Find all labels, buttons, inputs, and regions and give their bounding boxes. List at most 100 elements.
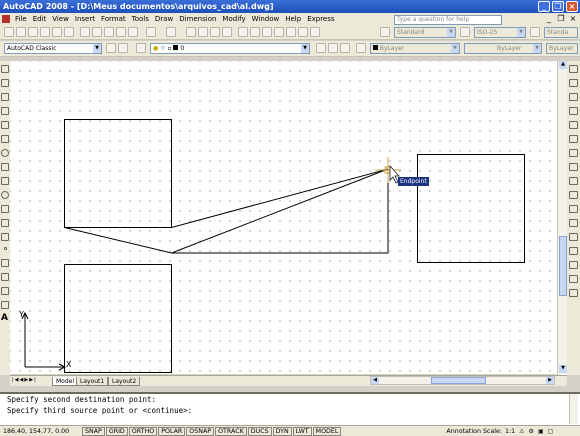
scroll-left-icon[interactable]: ◀: [371, 377, 379, 384]
preview-icon[interactable]: [52, 27, 62, 37]
trim-icon[interactable]: [569, 191, 578, 199]
otrack-toggle[interactable]: OTRACK: [215, 426, 247, 436]
array-icon[interactable]: [569, 121, 578, 129]
dyn-toggle[interactable]: DYN: [272, 426, 292, 436]
layer-manager-icon[interactable]: [136, 43, 146, 53]
break-icon[interactable]: [569, 233, 578, 241]
cut-icon[interactable]: [80, 27, 90, 37]
make-block-icon[interactable]: [1, 233, 9, 241]
insert-block-icon[interactable]: [1, 219, 9, 227]
gradient-icon[interactable]: [1, 273, 9, 281]
dim-style-select[interactable]: ISO-25 ▼: [474, 27, 526, 38]
save-icon[interactable]: [28, 27, 38, 37]
polar-toggle[interactable]: POLAR: [158, 426, 186, 436]
clean-screen-icon[interactable]: ▢: [548, 428, 554, 435]
zoom-previous-icon[interactable]: [222, 27, 232, 37]
zoom-realtime-icon[interactable]: [198, 27, 208, 37]
text-style-select[interactable]: Standard ▼: [394, 27, 456, 38]
annotation-visibility-icon[interactable]: ⚠: [519, 428, 524, 435]
chamfer-icon[interactable]: [569, 261, 578, 269]
multiline-text-icon[interactable]: A: [1, 313, 8, 323]
help-search-input[interactable]: Type a question for help: [394, 15, 502, 25]
design-center-icon[interactable]: [250, 27, 260, 37]
ducs-toggle[interactable]: DUCS: [247, 426, 272, 436]
menu-view[interactable]: View: [49, 13, 72, 25]
menu-help[interactable]: Help: [282, 13, 304, 25]
ellipse-arc-icon[interactable]: [1, 205, 9, 213]
color-select[interactable]: ByLayer ▼: [370, 43, 460, 54]
properties-icon[interactable]: [238, 27, 248, 37]
menu-format[interactable]: Format: [98, 13, 129, 25]
construction-line-icon[interactable]: [1, 79, 9, 87]
arc-icon[interactable]: [1, 135, 9, 143]
lock-toolbar-icon[interactable]: ▣: [538, 428, 544, 435]
new-icon[interactable]: [4, 27, 14, 37]
copy-object-icon[interactable]: [569, 79, 578, 87]
annotation-scale-value[interactable]: 1:1: [505, 428, 515, 435]
sheet-set-icon[interactable]: [274, 27, 284, 37]
vertical-scrollbar[interactable]: ▲ ▼: [557, 61, 567, 375]
tool-palettes-icon[interactable]: [262, 27, 272, 37]
paste-icon[interactable]: [104, 27, 114, 37]
auto-scale-icon[interactable]: ⚙: [529, 428, 534, 435]
command-window[interactable]: Specify second destination point: Specif…: [0, 392, 580, 425]
app-menu-icon[interactable]: [2, 15, 10, 23]
dim-style-icon[interactable]: [460, 27, 470, 37]
revision-cloud-icon[interactable]: [1, 163, 9, 171]
menu-express[interactable]: Express: [304, 13, 337, 25]
layer-previous-icon[interactable]: [328, 43, 338, 53]
grid-toggle[interactable]: GRID: [105, 426, 128, 436]
command-scrollbar[interactable]: [569, 394, 578, 424]
redo-icon[interactable]: [166, 27, 176, 37]
rotate-icon[interactable]: [569, 149, 578, 157]
lineweight-select[interactable]: ByLayer: [546, 43, 578, 54]
menu-insert[interactable]: Insert: [72, 13, 98, 25]
calculator-icon[interactable]: [298, 27, 308, 37]
undo-icon[interactable]: [146, 27, 156, 37]
join-icon[interactable]: [569, 247, 578, 255]
doc-restore-icon[interactable]: ❐: [556, 14, 566, 24]
close-button[interactable]: ×: [566, 1, 578, 12]
minimize-button[interactable]: _: [538, 1, 550, 12]
menu-tools[interactable]: Tools: [129, 13, 152, 25]
doc-close-icon[interactable]: ×: [568, 14, 578, 24]
tab-layout1[interactable]: Layout1: [76, 377, 109, 386]
point-icon[interactable]: [4, 247, 7, 250]
extend-icon[interactable]: [569, 205, 578, 213]
hatch-icon[interactable]: [1, 259, 9, 267]
scroll-right-icon[interactable]: ▶: [546, 377, 554, 384]
move-icon[interactable]: [569, 135, 578, 143]
command-prompt-line[interactable]: Specify third source point or <continue>…: [0, 405, 580, 416]
spline-icon[interactable]: [1, 177, 9, 185]
make-current-layer-icon[interactable]: [316, 43, 326, 53]
help-icon[interactable]: [310, 27, 320, 37]
mirror-icon[interactable]: [569, 93, 578, 101]
workspace-save-icon[interactable]: [118, 43, 128, 53]
workspace-select[interactable]: AutoCAD Classic ▼: [4, 43, 102, 54]
horizontal-scrollbar[interactable]: ◀ ▶: [370, 376, 555, 385]
block-editor-icon[interactable]: [128, 27, 138, 37]
stretch-icon[interactable]: [569, 177, 578, 185]
linetype-select[interactable]: ByLayer ▼: [464, 43, 542, 54]
scroll-down-icon[interactable]: ▼: [559, 365, 567, 373]
model-toggle[interactable]: MODEL: [312, 426, 342, 436]
markup-icon[interactable]: [286, 27, 296, 37]
menu-edit[interactable]: Edit: [30, 13, 50, 25]
region-icon[interactable]: [1, 287, 9, 295]
offset-icon[interactable]: [569, 107, 578, 115]
table-icon[interactable]: [1, 301, 9, 309]
scale-icon[interactable]: [569, 163, 578, 171]
tab-layout2[interactable]: Layout2: [108, 377, 141, 386]
line-icon[interactable]: [1, 65, 9, 73]
coordinate-readout[interactable]: 186.40, 154.77, 0.00: [0, 428, 82, 435]
drawing-area[interactable]: Endpoint Y X: [10, 61, 557, 374]
text-style-icon[interactable]: [380, 27, 390, 37]
scroll-thumb[interactable]: [559, 236, 567, 296]
menu-modify[interactable]: Modify: [219, 13, 248, 25]
match-properties-icon[interactable]: [116, 27, 126, 37]
scroll-up-icon[interactable]: ▲: [559, 61, 567, 69]
tab-navigation-icon[interactable]: |◀◀▶▶|: [12, 377, 37, 383]
workspace-settings-icon[interactable]: [106, 43, 116, 53]
ellipse-icon[interactable]: [1, 191, 9, 199]
print-icon[interactable]: [40, 27, 50, 37]
